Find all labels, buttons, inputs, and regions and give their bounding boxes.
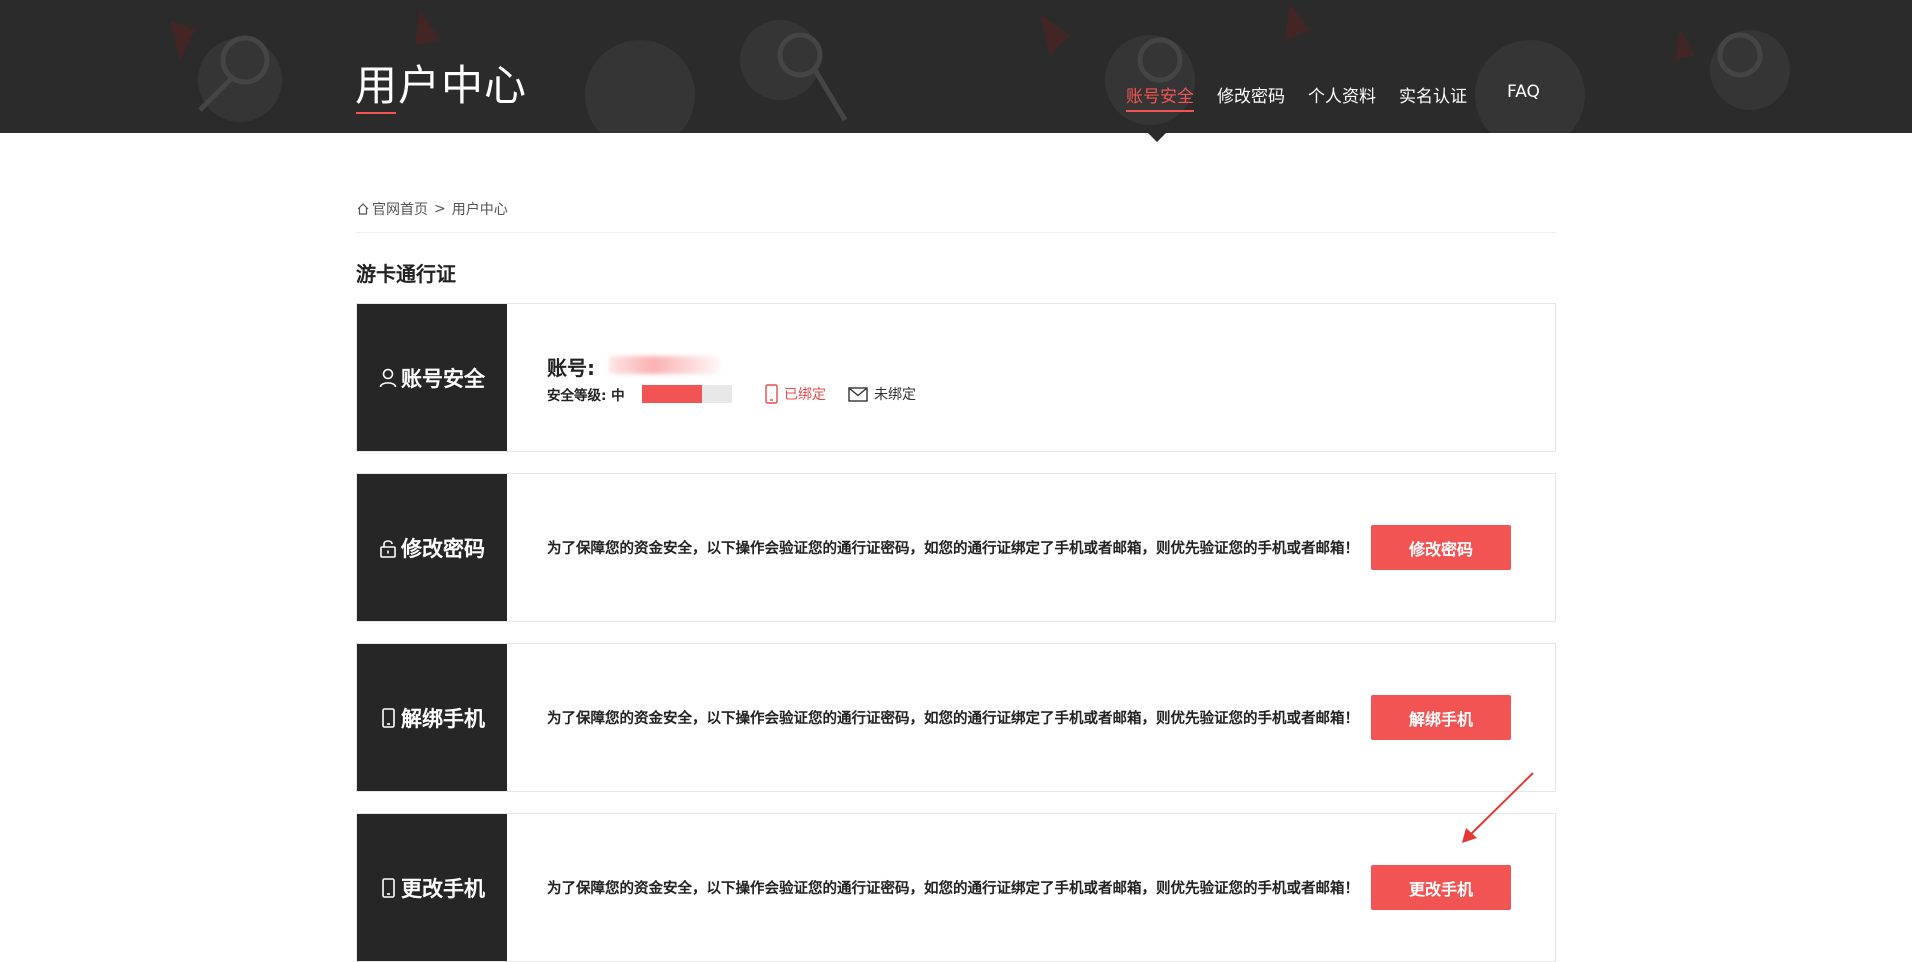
nav-change-password[interactable]: 修改密码 xyxy=(1217,82,1285,107)
account-security-card: 账号安全 账号: 安全等级: 中 已绑定 未绑定 xyxy=(356,303,1556,452)
lock-icon xyxy=(380,539,396,558)
mail-icon xyxy=(848,386,868,402)
account-value-redacted xyxy=(609,356,719,374)
breadcrumb-separator: > xyxy=(434,201,446,217)
nav-real-name[interactable]: 实名认证 xyxy=(1399,82,1467,107)
card-side-panel: 账号安全 xyxy=(357,304,507,451)
section-title: 游卡通行证 xyxy=(356,262,456,286)
unbind-phone-card: 解绑手机 为了保障您的资金安全，以下操作会验证您的通行证密码，如您的通行证绑定了… xyxy=(356,643,1556,792)
phone-icon xyxy=(382,877,395,898)
site-title: 用户中心 xyxy=(355,61,528,110)
email-bind-text: 未绑定 xyxy=(874,387,916,403)
header-background-illustration xyxy=(170,5,1790,133)
account-label: 账号: xyxy=(547,356,595,380)
security-level-bar xyxy=(642,385,732,403)
phone-bind-text: 已绑定 xyxy=(784,387,826,403)
email-bind-status: 未绑定 xyxy=(848,384,916,404)
breadcrumb: 官网首页 > 用户中心 xyxy=(356,199,508,219)
breadcrumb-current: 用户中心 xyxy=(451,202,508,218)
security-level-fill xyxy=(642,385,703,403)
user-icon xyxy=(379,368,397,387)
nav-faq[interactable]: FAQ xyxy=(1507,82,1540,102)
card-description: 为了保障您的资金安全，以下操作会验证您的通行证密码，如您的通行证绑定了手机或者邮… xyxy=(547,711,1359,727)
change-password-card: 修改密码 为了保障您的资金安全，以下操作会验证您的通行证密码，如您的通行证绑定了… xyxy=(356,473,1556,622)
phone-icon xyxy=(382,707,395,728)
unbind-phone-button[interactable]: 解绑手机 xyxy=(1371,695,1511,740)
active-nav-caret xyxy=(1148,133,1166,142)
nav-account-security[interactable]: 账号安全 xyxy=(1126,82,1194,112)
card-side-panel: 解绑手机 xyxy=(357,644,507,791)
card-description: 为了保障您的资金安全，以下操作会验证您的通行证密码，如您的通行证绑定了手机或者邮… xyxy=(547,881,1359,897)
card-side-panel: 更改手机 xyxy=(357,814,507,961)
breadcrumb-home-link[interactable]: 官网首页 xyxy=(372,199,428,219)
card-description: 为了保障您的资金安全，以下操作会验证您的通行证密码，如您的通行证绑定了手机或者邮… xyxy=(547,541,1359,557)
phone-bind-status: 已绑定 xyxy=(765,384,826,404)
change-password-button[interactable]: 修改密码 xyxy=(1371,525,1511,570)
breadcrumb-divider xyxy=(356,232,1556,233)
annotation-arrow-icon xyxy=(1462,772,1534,843)
card-side-label: 修改密码 xyxy=(401,536,485,561)
phone-icon xyxy=(765,384,778,404)
change-phone-button[interactable]: 更改手机 xyxy=(1371,865,1511,910)
card-side-label: 账号安全 xyxy=(401,366,485,391)
home-icon xyxy=(357,203,369,215)
card-side-label: 更改手机 xyxy=(401,876,485,901)
card-side-label: 解绑手机 xyxy=(401,706,485,731)
site-title-underline xyxy=(356,112,396,114)
card-side-panel: 修改密码 xyxy=(357,474,507,621)
site-header: 用户中心 账号安全 修改密码 个人资料 实名认证 FAQ xyxy=(0,0,1912,133)
nav-profile[interactable]: 个人资料 xyxy=(1308,82,1376,107)
security-level-label: 安全等级: 中 xyxy=(547,388,625,404)
change-phone-card: 更改手机 为了保障您的资金安全，以下操作会验证您的通行证密码，如您的通行证绑定了… xyxy=(356,813,1556,962)
